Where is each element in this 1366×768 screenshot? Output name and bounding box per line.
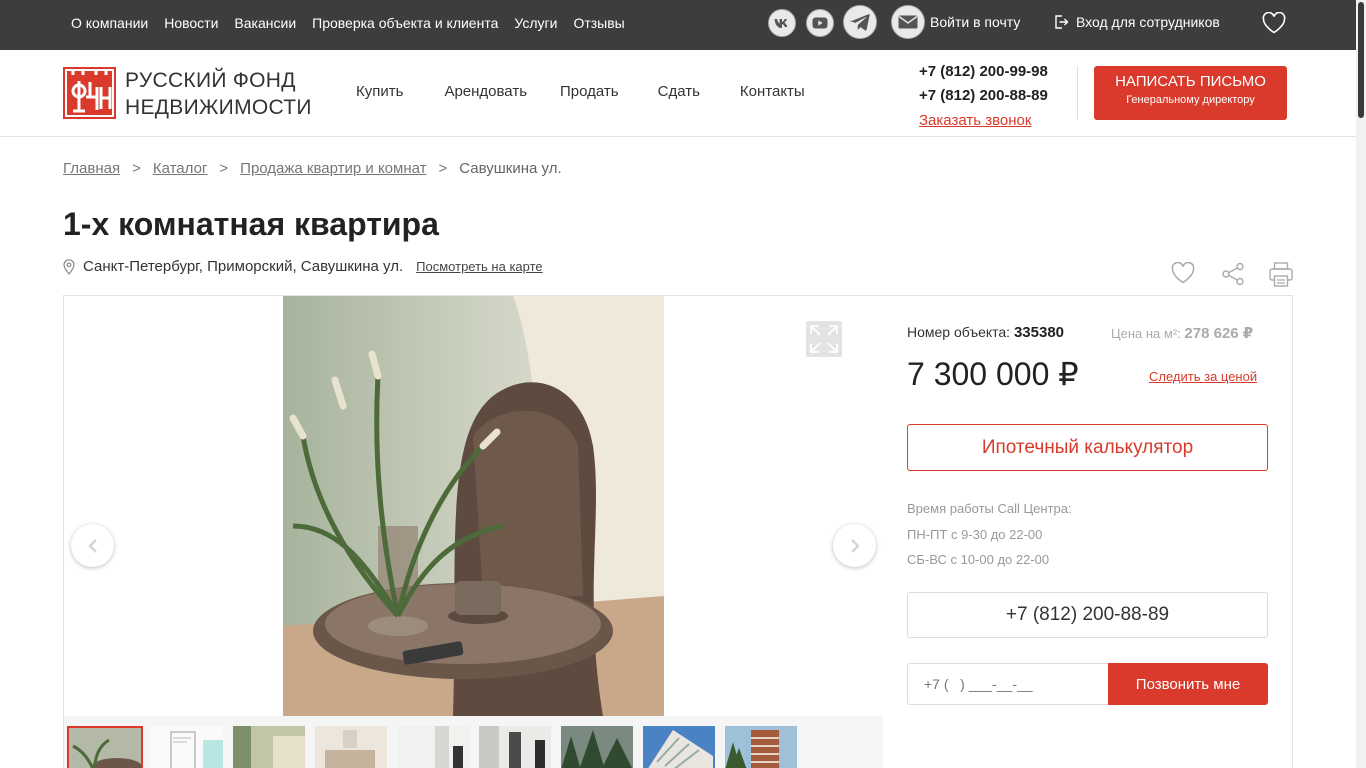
breadcrumb: Главная > Каталог > Продажа квартир и ко… — [63, 160, 562, 177]
header-divider — [1077, 66, 1078, 119]
nav-sell[interactable]: Продать — [560, 83, 619, 100]
object-number-label: Номер объекта: — [907, 324, 1011, 340]
favorite-heart-icon[interactable] — [1171, 261, 1195, 289]
thumbnail[interactable] — [233, 726, 305, 768]
breadcrumb-separator: > — [219, 160, 229, 177]
thumbnail[interactable] — [315, 726, 387, 768]
address-text: Санкт-Петербург, Приморский, Савушкина у… — [83, 258, 404, 275]
write-letter-sublabel: Генеральному директору — [1126, 94, 1255, 106]
call-me-button[interactable]: Позвонить мне — [1108, 663, 1268, 705]
object-number: Номер объекта: 335380 — [907, 324, 1064, 341]
nav-buy[interactable]: Купить — [356, 83, 403, 100]
mail-icon[interactable] — [891, 5, 925, 39]
phone-2[interactable]: +7 (812) 200-88-89 — [919, 84, 1048, 108]
chevron-left-icon — [87, 538, 97, 553]
thumbnail[interactable] — [67, 726, 143, 768]
order-call-link[interactable]: Заказать звонок — [919, 109, 1048, 133]
address-row: Санкт-Петербург, Приморский, Савушкина у… — [63, 258, 543, 275]
breadcrumb-separator: > — [438, 160, 448, 177]
logo-text[interactable]: Русский фонд недвижимости — [125, 67, 312, 121]
thumbnail[interactable] — [643, 726, 715, 768]
expand-icon — [810, 325, 838, 353]
top-nav-about[interactable]: О компании — [71, 15, 148, 31]
telegram-icon[interactable] — [843, 5, 877, 39]
share-icon[interactable] — [1221, 262, 1245, 291]
write-letter-button[interactable]: Написать письмо Генеральному директору — [1094, 66, 1287, 120]
fullscreen-button[interactable] — [806, 321, 842, 357]
top-nav-check[interactable]: Проверка объекта и клиента — [312, 15, 498, 31]
chevron-right-icon — [850, 538, 860, 553]
print-icon[interactable] — [1269, 262, 1293, 293]
price-per-m2-label: Цена на м²: — [1111, 326, 1181, 341]
breadcrumb-catalog[interactable]: Каталог — [153, 160, 208, 177]
top-nav-vacancies[interactable]: Вакансии — [234, 15, 296, 31]
next-photo-button[interactable] — [833, 524, 876, 567]
breadcrumb-separator: > — [132, 160, 141, 177]
follow-price-link[interactable]: Следить за ценой — [1149, 369, 1257, 384]
staff-login-label: Вход для сотрудников — [1076, 14, 1220, 30]
thumbnail[interactable] — [397, 726, 469, 768]
page-title: 1-х комнатная квартира — [63, 206, 439, 242]
write-letter-label: Написать письмо — [1115, 73, 1266, 90]
top-bar: О компании Новости Вакансии Проверка объ… — [0, 0, 1366, 50]
phone-1[interactable]: +7 (812) 200-99-98 — [919, 60, 1048, 84]
call-center-phone[interactable]: +7 (812) 200-88-89 — [907, 592, 1268, 638]
nav-contacts[interactable]: Контакты — [740, 83, 805, 100]
staff-login-link[interactable]: Вход для сотрудников — [1053, 14, 1220, 30]
call-center-hours: Время работы Call Центра: ПН-ПТ с 9-30 д… — [907, 496, 1072, 573]
logo-line2: недвижимости — [125, 96, 312, 119]
price-per-m2: Цена на м²: 278 626 ₽ — [1111, 324, 1253, 342]
top-nav-reviews[interactable]: Отзывы — [573, 15, 624, 31]
header-phones: +7 (812) 200-99-98 +7 (812) 200-88-89 За… — [919, 60, 1048, 133]
object-number-value: 335380 — [1013, 324, 1065, 341]
site-header: Русский фонд недвижимости Купить Арендов… — [0, 50, 1356, 137]
vk-icon[interactable] — [768, 9, 796, 37]
nav-rent[interactable]: Арендовать — [444, 83, 527, 100]
youtube-icon[interactable] — [806, 9, 834, 37]
logo-mark[interactable] — [63, 67, 116, 119]
hours-weekday: ПН-ПТ с 9-30 до 22-00 — [907, 526, 1043, 542]
favorites-heart-icon[interactable] — [1262, 11, 1286, 39]
mail-login-link[interactable]: Войти в почту — [930, 14, 1020, 30]
thumbnail[interactable] — [725, 726, 797, 768]
prev-photo-button[interactable] — [71, 524, 114, 567]
mortgage-calculator-button[interactable]: Ипотечный калькулятор — [907, 424, 1268, 471]
main-nav: Купить Арендовать Продать Сдать Контакты — [356, 83, 805, 100]
thumbnail[interactable] — [479, 726, 551, 768]
nav-lease[interactable]: Сдать — [658, 83, 700, 100]
logout-icon — [1055, 15, 1069, 29]
thumbnail[interactable] — [561, 726, 633, 768]
thumbnail[interactable] — [151, 726, 223, 768]
breadcrumb-home[interactable]: Главная — [63, 160, 120, 177]
logo-line1: Русский фонд — [125, 69, 296, 92]
top-nav-services[interactable]: Услуги — [514, 15, 557, 31]
hours-title: Время работы Call Центра: — [907, 501, 1072, 516]
phone-input[interactable] — [907, 663, 1109, 705]
hours-weekend: СБ-ВС с 10-00 до 22-00 — [907, 552, 1050, 567]
price-per-m2-value: 278 626 ₽ — [1184, 325, 1254, 342]
main-photo[interactable] — [283, 296, 664, 716]
scrollbar-thumb[interactable] — [1358, 2, 1364, 118]
top-nav-news[interactable]: Новости — [164, 15, 218, 31]
breadcrumb-sale[interactable]: Продажа квартир и комнат — [240, 160, 426, 177]
price: 7 300 000 ₽ — [907, 356, 1079, 392]
view-on-map-link[interactable]: Посмотреть на карте — [416, 259, 542, 274]
location-pin-icon — [63, 258, 75, 275]
top-nav: О компании Новости Вакансии Проверка объ… — [71, 0, 625, 45]
breadcrumb-current: Савушкина ул. — [459, 160, 562, 177]
